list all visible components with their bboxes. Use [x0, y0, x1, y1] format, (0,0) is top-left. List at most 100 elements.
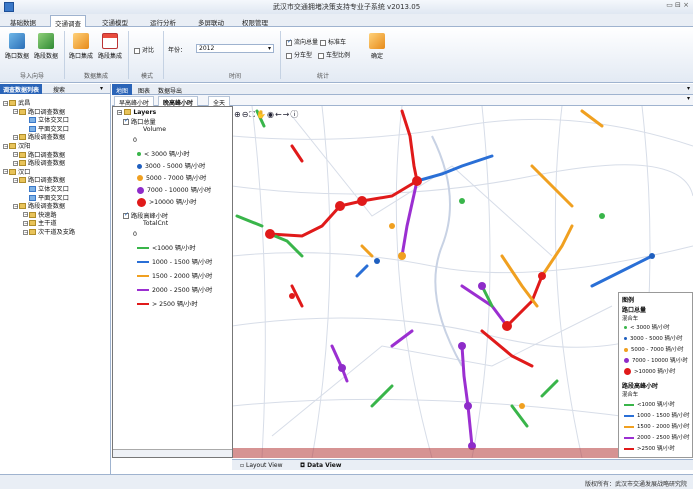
expand-collapse-icon[interactable]: − — [23, 220, 28, 226]
tab-permissions[interactable]: 权限管理 — [238, 15, 272, 27]
group-label-mode: 模式 — [140, 73, 153, 80]
segment[interactable] — [360, 244, 374, 258]
tree-line-icon — [23, 195, 28, 200]
standard-car-checkbox[interactable]: 标准车 — [320, 37, 346, 46]
tab-data-export[interactable]: 数据导出 — [154, 84, 186, 95]
segment[interactable] — [400, 109, 419, 183]
intersection-point[interactable] — [389, 223, 395, 229]
globe-icon[interactable]: ◉ — [267, 110, 275, 119]
segment[interactable] — [510, 404, 529, 428]
intersection-data-button[interactable]: 路口数据 — [4, 33, 30, 60]
segment[interactable] — [500, 254, 539, 308]
tab-evening-peak[interactable]: 晚高峰小时 — [158, 96, 199, 107]
intersection-point[interactable] — [265, 229, 275, 239]
pan-icon[interactable]: ✋ — [256, 110, 267, 119]
expand-collapse-icon[interactable]: − — [3, 100, 8, 106]
tab-data-view[interactable]: ◘ Data View — [296, 461, 345, 470]
tab-layout-view[interactable]: ▫ Layout View — [236, 461, 287, 470]
layers-root[interactable]: − Layers — [117, 109, 156, 116]
tab-full-day[interactable]: 全天 — [208, 96, 231, 107]
tree-node-label: 次干道及支路 — [38, 229, 76, 236]
intersection-point[interactable] — [335, 201, 345, 211]
expand-collapse-icon[interactable]: − — [13, 152, 18, 158]
checkbox-icon — [318, 52, 324, 59]
segment-integrate-button[interactable]: 路段集成 — [97, 33, 123, 60]
circle-symbol-icon — [137, 152, 141, 156]
collapse-icon[interactable]: − — [117, 110, 122, 116]
segment[interactable] — [370, 384, 394, 408]
segment[interactable] — [330, 344, 349, 383]
table-icon — [29, 186, 36, 192]
compare-checkbox[interactable]: 对比 — [134, 45, 154, 54]
dropdown-arrow-icon[interactable]: ▾ — [687, 85, 690, 92]
intersection-point[interactable] — [412, 176, 422, 186]
tab-traffic-model[interactable]: 交通模型 — [98, 15, 132, 27]
expand-collapse-icon[interactable]: − — [13, 177, 18, 183]
horizontal-scrollbar[interactable] — [113, 449, 232, 457]
point-class: 3000 - 5000 辆/小时 — [137, 161, 205, 170]
intersection-point[interactable] — [478, 282, 486, 290]
zoom-in-icon[interactable]: ⊕ — [234, 110, 242, 119]
intersection-point[interactable] — [459, 198, 465, 204]
segment-data-button[interactable]: 路段数据 — [33, 33, 59, 60]
intersection-point[interactable] — [289, 293, 295, 299]
segment[interactable] — [480, 329, 534, 368]
intersection-point[interactable] — [357, 196, 367, 206]
tab-operation-analysis[interactable]: 运行分析 — [146, 15, 180, 27]
year-select[interactable]: 2012 ▾ — [196, 44, 274, 53]
segment[interactable] — [415, 154, 494, 183]
info-icon[interactable]: ⓘ — [290, 110, 299, 119]
legend-item-label: >10000 辆/小时 — [634, 369, 676, 375]
expand-collapse-icon[interactable]: − — [23, 229, 28, 235]
segment[interactable] — [355, 264, 369, 278]
split-vehicle-checkbox[interactable]: 分车型 — [286, 50, 312, 59]
intersection-layer[interactable]: 路口总量 — [123, 117, 156, 126]
expand-collapse-icon[interactable]: − — [3, 169, 8, 175]
expand-collapse-icon[interactable]: − — [3, 143, 8, 149]
expand-collapse-icon[interactable]: − — [13, 203, 18, 209]
intersection-point[interactable] — [599, 213, 605, 219]
segment[interactable] — [540, 379, 559, 398]
tab-basic-data[interactable]: 基础数据 — [6, 15, 40, 27]
dropdown-arrow-icon[interactable]: ▾ — [100, 85, 103, 92]
segment[interactable] — [505, 274, 544, 328]
tab-chart[interactable]: 图表 — [134, 84, 154, 95]
flow-total-checkbox[interactable]: 流向总量 — [286, 37, 318, 46]
tab-survey-list[interactable]: 调查数据列表 — [0, 84, 43, 94]
checkbox-icon[interactable] — [123, 211, 129, 219]
confirm-button[interactable]: 确定 — [364, 33, 390, 60]
intersection-integrate-button[interactable]: 路口集成 — [68, 33, 94, 60]
expand-collapse-icon[interactable]: − — [13, 160, 18, 166]
intersection-point[interactable] — [649, 253, 655, 259]
expand-collapse-icon[interactable]: − — [13, 109, 18, 115]
tab-multi-screen[interactable]: 多屏联动 — [194, 15, 228, 27]
checkbox-icon[interactable] — [123, 117, 129, 125]
segment[interactable] — [235, 214, 264, 228]
intersection-point[interactable] — [519, 403, 525, 409]
segment[interactable] — [580, 109, 604, 128]
tab-search[interactable]: 搜索 — [50, 84, 68, 94]
intersection-point[interactable] — [458, 342, 466, 350]
intersection-point[interactable] — [538, 272, 546, 280]
expand-collapse-icon[interactable]: − — [13, 134, 18, 140]
segment[interactable] — [390, 329, 414, 348]
vehicle-ratio-checkbox[interactable]: 车型比例 — [318, 50, 350, 59]
segment[interactable] — [290, 144, 304, 163]
window-controls[interactable]: ▭ ⊟ × — [666, 1, 689, 9]
intersection-point[interactable] — [502, 321, 512, 331]
tab-map[interactable]: 地图 — [112, 84, 133, 95]
tab-traffic-survey[interactable]: 交通调查 — [50, 15, 86, 28]
tab-morning-peak[interactable]: 早高峰小时 — [114, 96, 155, 107]
tree-node[interactable]: − 次干道及支路 — [23, 227, 75, 236]
folder-icon — [29, 211, 36, 218]
segment-layer[interactable]: 路段高峰小时 — [123, 211, 168, 220]
intersection-point[interactable] — [398, 252, 406, 260]
back-arrow-icon[interactable]: ← — [275, 110, 283, 119]
intersection-point[interactable] — [374, 258, 380, 264]
expand-collapse-icon[interactable]: − — [23, 212, 28, 218]
dropdown-arrow-icon[interactable]: ▾ — [687, 95, 690, 102]
intersection-point[interactable] — [338, 364, 346, 372]
line-symbol-icon — [137, 247, 149, 249]
intersection-point[interactable] — [464, 402, 472, 410]
segment[interactable] — [590, 254, 654, 288]
